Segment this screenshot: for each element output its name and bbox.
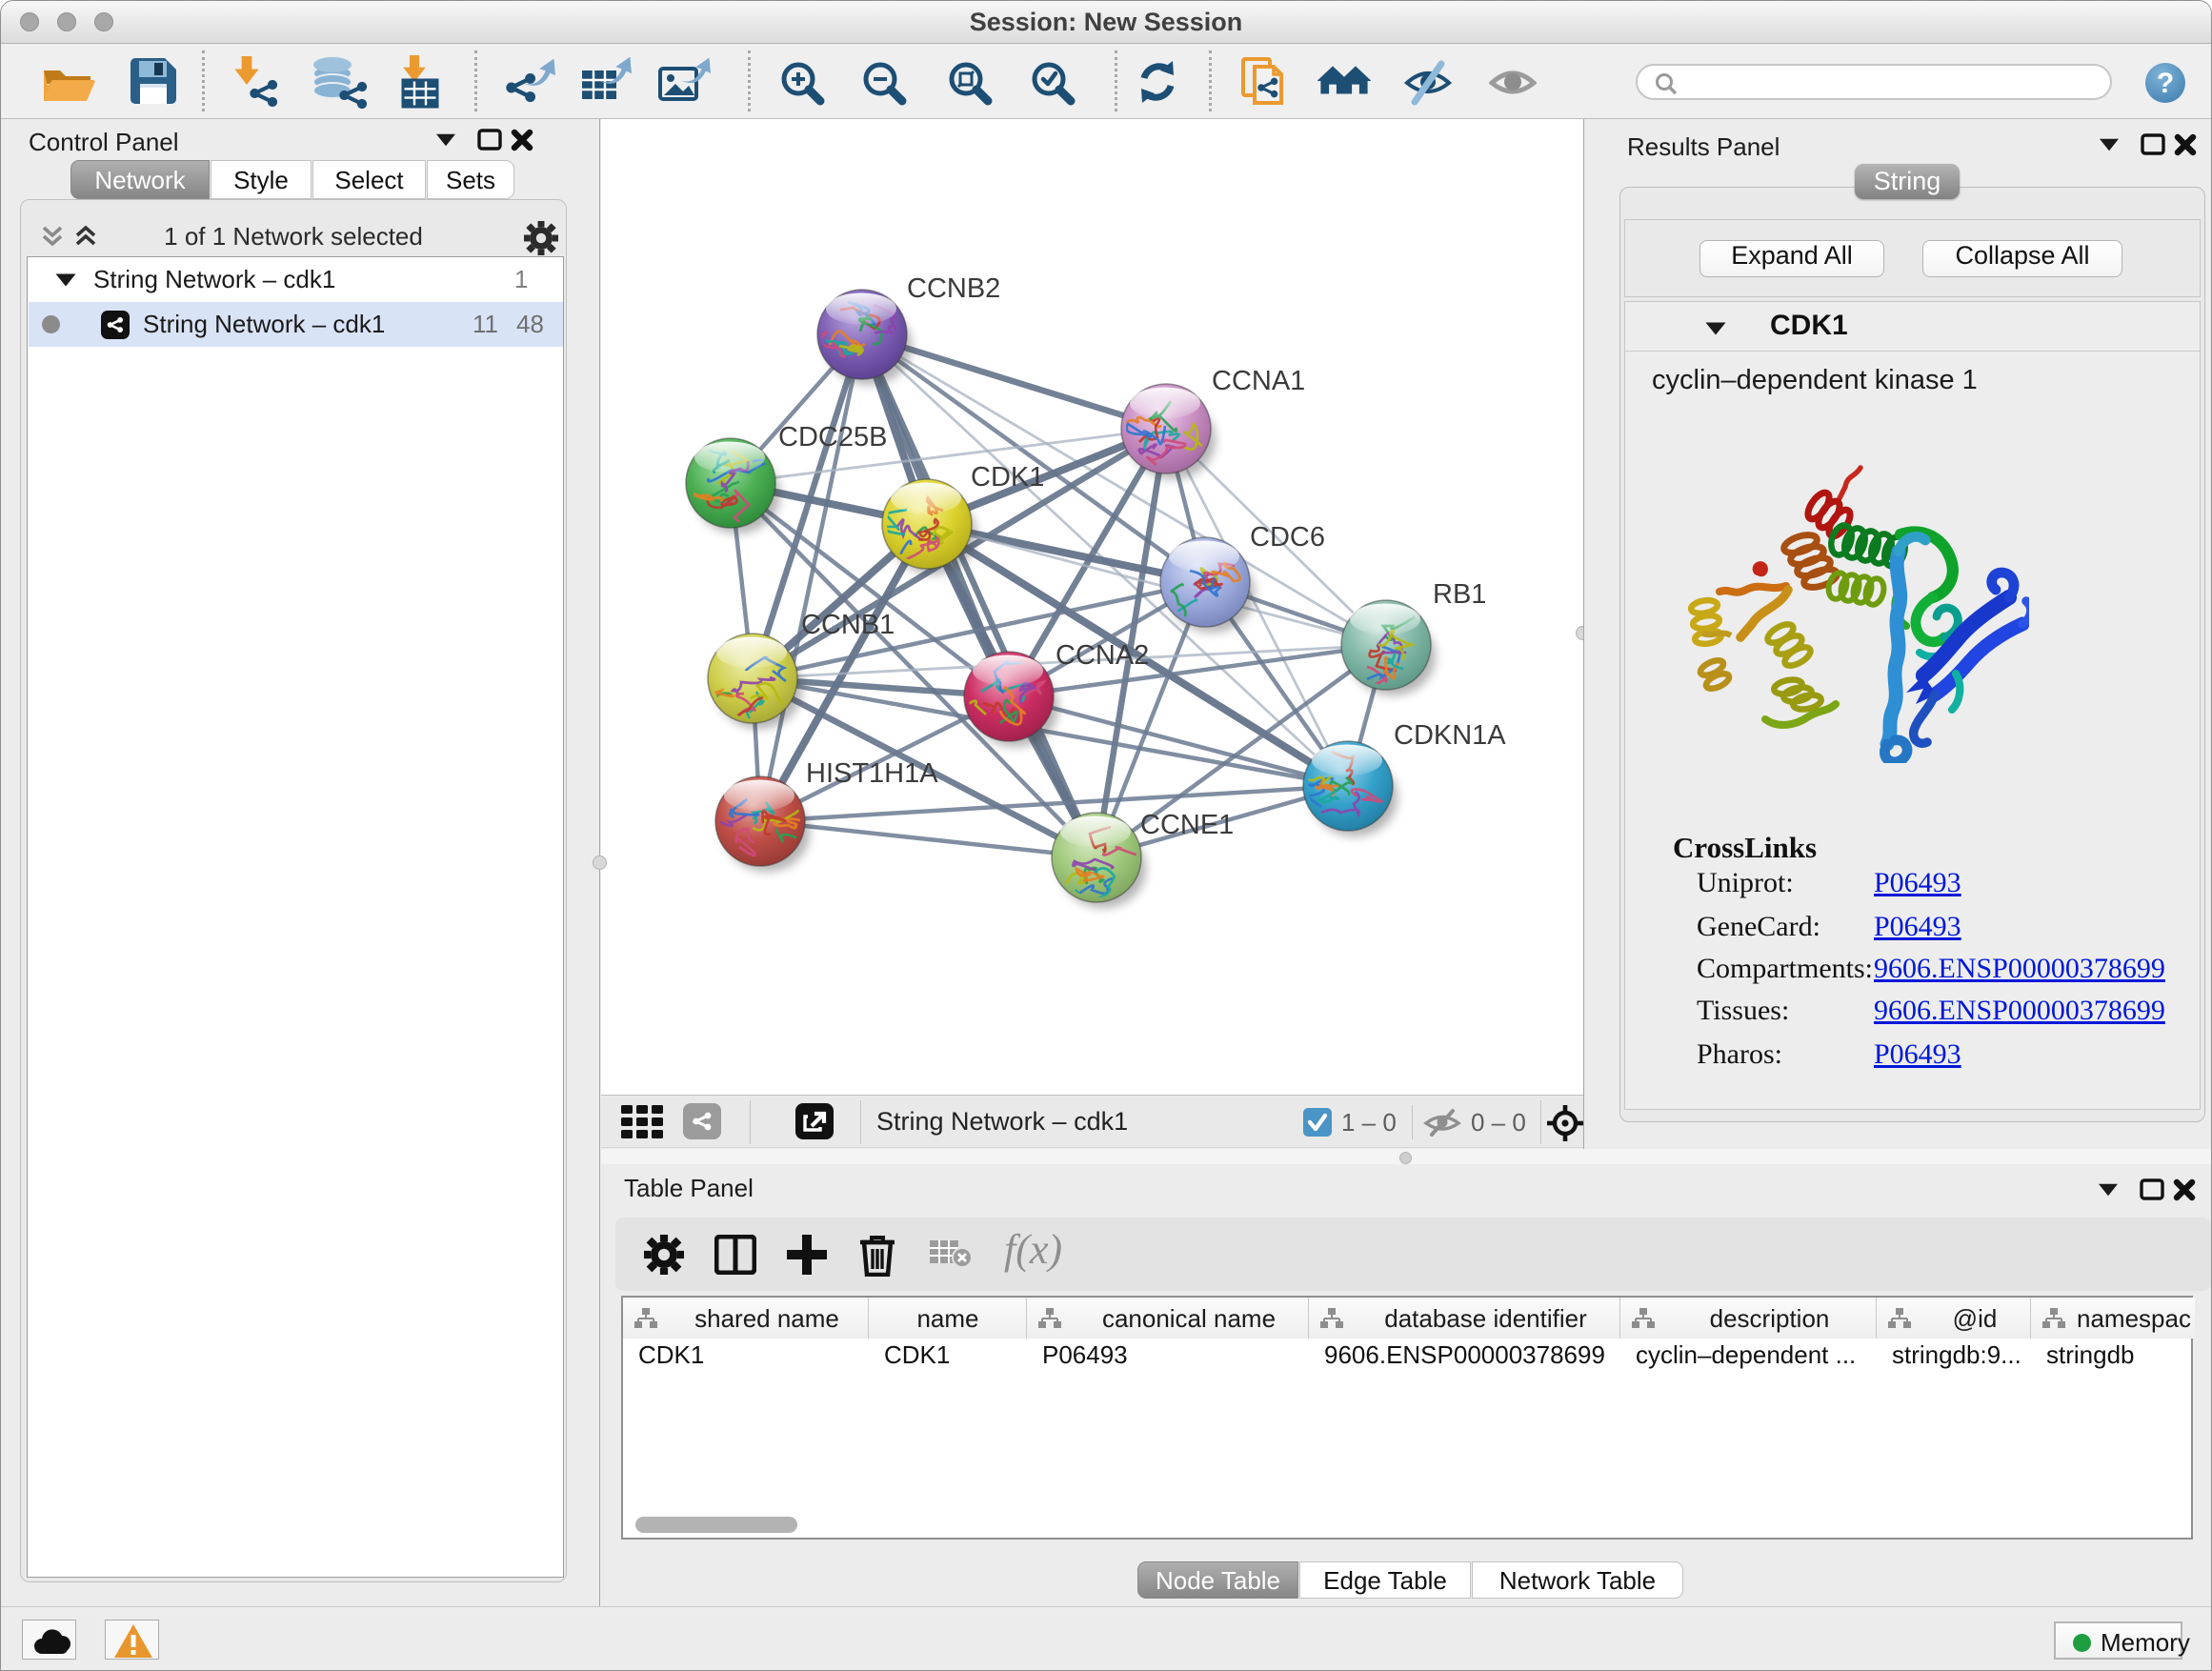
svg-text:CDC25B: CDC25B <box>778 422 887 453</box>
svg-text:CCNA1: CCNA1 <box>1212 366 1305 396</box>
svg-text:CDC6: CDC6 <box>1250 522 1325 553</box>
svg-text:CCNA2: CCNA2 <box>1056 640 1149 671</box>
svg-text:HIST1H1A: HIST1H1A <box>806 758 938 789</box>
svg-text:?: ? <box>2157 68 2174 99</box>
svg-text:CDKN1A: CDKN1A <box>1394 720 1506 751</box>
svg-text:CCNE1: CCNE1 <box>1140 810 1234 840</box>
svg-text:CDK1: CDK1 <box>971 462 1044 493</box>
svg-text:CCNB2: CCNB2 <box>907 273 1000 304</box>
svg-text:CCNB1: CCNB1 <box>801 610 895 640</box>
svg-text:RB1: RB1 <box>1433 579 1486 610</box>
